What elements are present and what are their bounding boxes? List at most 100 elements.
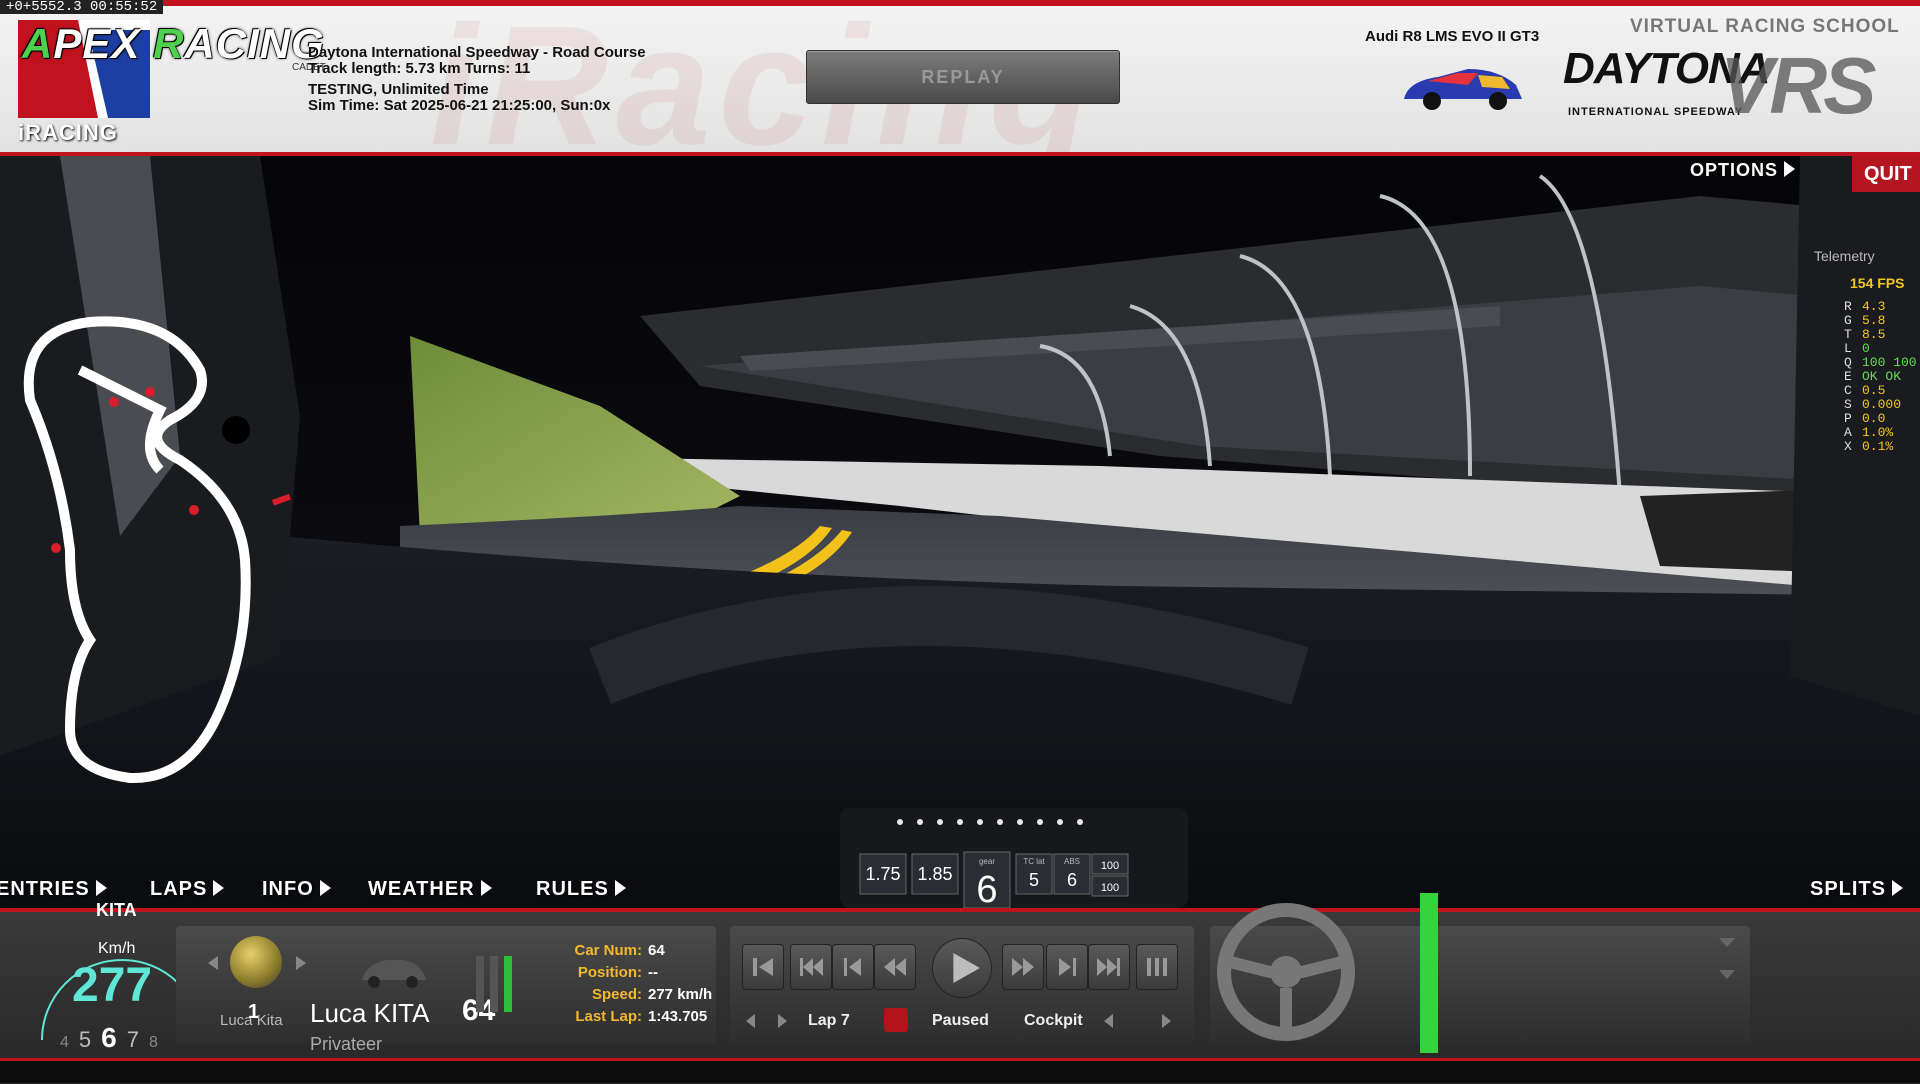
throttle-bar bbox=[1420, 893, 1438, 1053]
next-frame-icon bbox=[1059, 958, 1076, 976]
last-lap-label: Last Lap: bbox=[575, 1008, 642, 1025]
signal-bars-icon bbox=[476, 956, 512, 1012]
gear-option: 6 bbox=[101, 1022, 117, 1053]
driver-team: Privateer bbox=[310, 1034, 383, 1054]
prev-frame-icon bbox=[844, 958, 861, 976]
camera-next-icon[interactable] bbox=[1162, 1014, 1171, 1028]
driver-short-name: Luca Kita bbox=[220, 1012, 283, 1029]
telemetry-key: A bbox=[1844, 425, 1852, 440]
car-name: Audi R8 LMS EVO II GT3 bbox=[1365, 28, 1540, 45]
telemetry-row: E OK OK bbox=[1844, 370, 1901, 383]
bottom-strip bbox=[0, 1058, 1920, 1083]
prev-driver-icon[interactable] bbox=[208, 956, 218, 970]
next-driver-icon[interactable] bbox=[296, 956, 306, 970]
iracing-logo: iRACING bbox=[18, 120, 118, 145]
telemetry-title[interactable]: Telemetry bbox=[1814, 248, 1875, 264]
skip-forward-icon bbox=[1097, 958, 1120, 976]
menu-laps[interactable]: LAPS bbox=[150, 878, 225, 901]
telemetry-value: OK OK bbox=[1862, 369, 1902, 384]
track-length: Track length: 5.73 km Turns: 11 bbox=[308, 60, 531, 77]
fast-forward-icon bbox=[1012, 958, 1034, 976]
telemetry-row: P 0.0 bbox=[1844, 412, 1885, 425]
menu-row: ENTRIES LAPS INFO WEATHER RULES bbox=[0, 878, 1920, 906]
car-num-label: Car Num: bbox=[574, 942, 642, 959]
fps-readout: 154 FPS bbox=[1850, 275, 1905, 291]
options-button[interactable]: OPTIONS bbox=[1690, 160, 1796, 188]
telemetry-row: G 5.8 bbox=[1844, 314, 1885, 327]
speed-unit: Km/h bbox=[98, 940, 136, 957]
options-arrow-icon bbox=[1784, 161, 1796, 177]
pause-indicator-icon bbox=[884, 1008, 908, 1032]
driver-full-name: Luca KITA bbox=[310, 998, 430, 1028]
telemetry-row: R 4.3 bbox=[1844, 300, 1885, 313]
telemetry-row: X 0.1% bbox=[1844, 440, 1893, 453]
speed-driver-label: KITA bbox=[96, 900, 137, 920]
menu-entries[interactable]: ENTRIES bbox=[0, 878, 107, 901]
telemetry-value: 0.5 bbox=[1862, 383, 1886, 398]
rewind-button[interactable] bbox=[874, 944, 916, 990]
recording-timestamp: +0+5552.3 00:55:52 bbox=[0, 0, 164, 14]
menu-weather[interactable]: WEATHER bbox=[368, 878, 492, 901]
telemetry-value: 1.0% bbox=[1862, 425, 1894, 440]
telemetry-row: L0 bbox=[1844, 342, 1870, 355]
quit-button[interactable]: QUIT bbox=[1852, 156, 1920, 192]
telemetry-key: C bbox=[1844, 383, 1852, 398]
rewind-icon bbox=[884, 958, 906, 976]
telemetry-key: T bbox=[1844, 327, 1852, 342]
weather-arrow-icon bbox=[480, 880, 492, 896]
telemetry-row: T 8.5 bbox=[1844, 328, 1885, 341]
replay-button[interactable]: REPLAY bbox=[806, 50, 1120, 104]
gear-option: 7 bbox=[126, 1027, 139, 1052]
telemetry-row: C 0.5 bbox=[1844, 384, 1885, 397]
next-frame-button[interactable] bbox=[1046, 944, 1088, 990]
telemetry-row: A 1.0% bbox=[1844, 426, 1893, 439]
skip-back-icon bbox=[800, 958, 823, 976]
car-thumbnail bbox=[362, 960, 426, 988]
gear-option: 8 bbox=[148, 1034, 158, 1051]
last-lap-value: 1:43.705 bbox=[648, 1008, 708, 1025]
dash-tc-label: TC lat bbox=[1023, 857, 1045, 866]
lap-prev-icon[interactable] bbox=[746, 1014, 755, 1028]
telemetry-key: R bbox=[1844, 299, 1852, 314]
lap-next-icon[interactable] bbox=[778, 1014, 787, 1028]
telemetry-value: 100 100 bbox=[1862, 355, 1917, 370]
telemetry-value: 5.8 bbox=[1862, 313, 1886, 328]
skip-back-button[interactable] bbox=[790, 944, 832, 990]
position-value: -- bbox=[648, 964, 658, 981]
sim-time: Sim Time: Sat 2025-06-21 21:25:00, Sun:0… bbox=[308, 97, 611, 114]
telemetry-value: 0.000 bbox=[1862, 397, 1902, 412]
telemetry-value: 0.0 bbox=[1862, 411, 1886, 426]
scroll-down-icon[interactable] bbox=[1718, 968, 1736, 980]
camera-label: Cockpit bbox=[1024, 1012, 1083, 1029]
prev-frame-button[interactable] bbox=[832, 944, 874, 990]
skip-forward-button[interactable] bbox=[1088, 944, 1130, 990]
lap-label: Lap 7 bbox=[808, 1012, 850, 1029]
step-back-button[interactable] bbox=[742, 944, 784, 990]
steering-wheel-icon bbox=[1217, 903, 1355, 1041]
speed-label: Speed: bbox=[591, 986, 642, 1003]
telemetry-row: Q 100 100 bbox=[1844, 356, 1917, 369]
menu-splits[interactable]: SPLITS bbox=[1810, 878, 1904, 901]
telemetry-value: 8.5 bbox=[1862, 327, 1886, 342]
info-arrow-icon bbox=[319, 880, 331, 896]
step-back-icon bbox=[753, 958, 773, 976]
telemetry-key: E bbox=[1844, 369, 1852, 384]
car-num-value: 64 bbox=[648, 942, 665, 959]
virtual-racing-school-label: VIRTUAL RACING SCHOOL bbox=[1630, 16, 1900, 37]
telemetry-row: S 0.000 bbox=[1844, 398, 1901, 411]
gear-option: 4 bbox=[60, 1034, 69, 1051]
telemetry-key: X bbox=[1844, 439, 1852, 454]
stats-box: Car Num: 64 Position: -- Speed: 277 km/h La… bbox=[552, 940, 712, 1028]
menu-rules[interactable]: RULES bbox=[536, 878, 626, 901]
rules-arrow-icon bbox=[614, 880, 626, 896]
fast-forward-button[interactable] bbox=[1002, 944, 1044, 990]
telemetry-value: 4.3 bbox=[1862, 299, 1886, 314]
daytona-subtitle: INTERNATIONAL SPEEDWAY bbox=[1568, 106, 1744, 118]
session-type: TESTING, Unlimited Time bbox=[308, 81, 489, 98]
scroll-up-icon[interactable] bbox=[1718, 936, 1736, 948]
telemetry-key: Q bbox=[1844, 355, 1852, 370]
play-button[interactable] bbox=[932, 938, 992, 998]
menu-info[interactable]: INFO bbox=[262, 878, 331, 901]
camera-prev-icon[interactable] bbox=[1104, 1014, 1113, 1028]
slow-motion-button[interactable] bbox=[1136, 944, 1178, 990]
